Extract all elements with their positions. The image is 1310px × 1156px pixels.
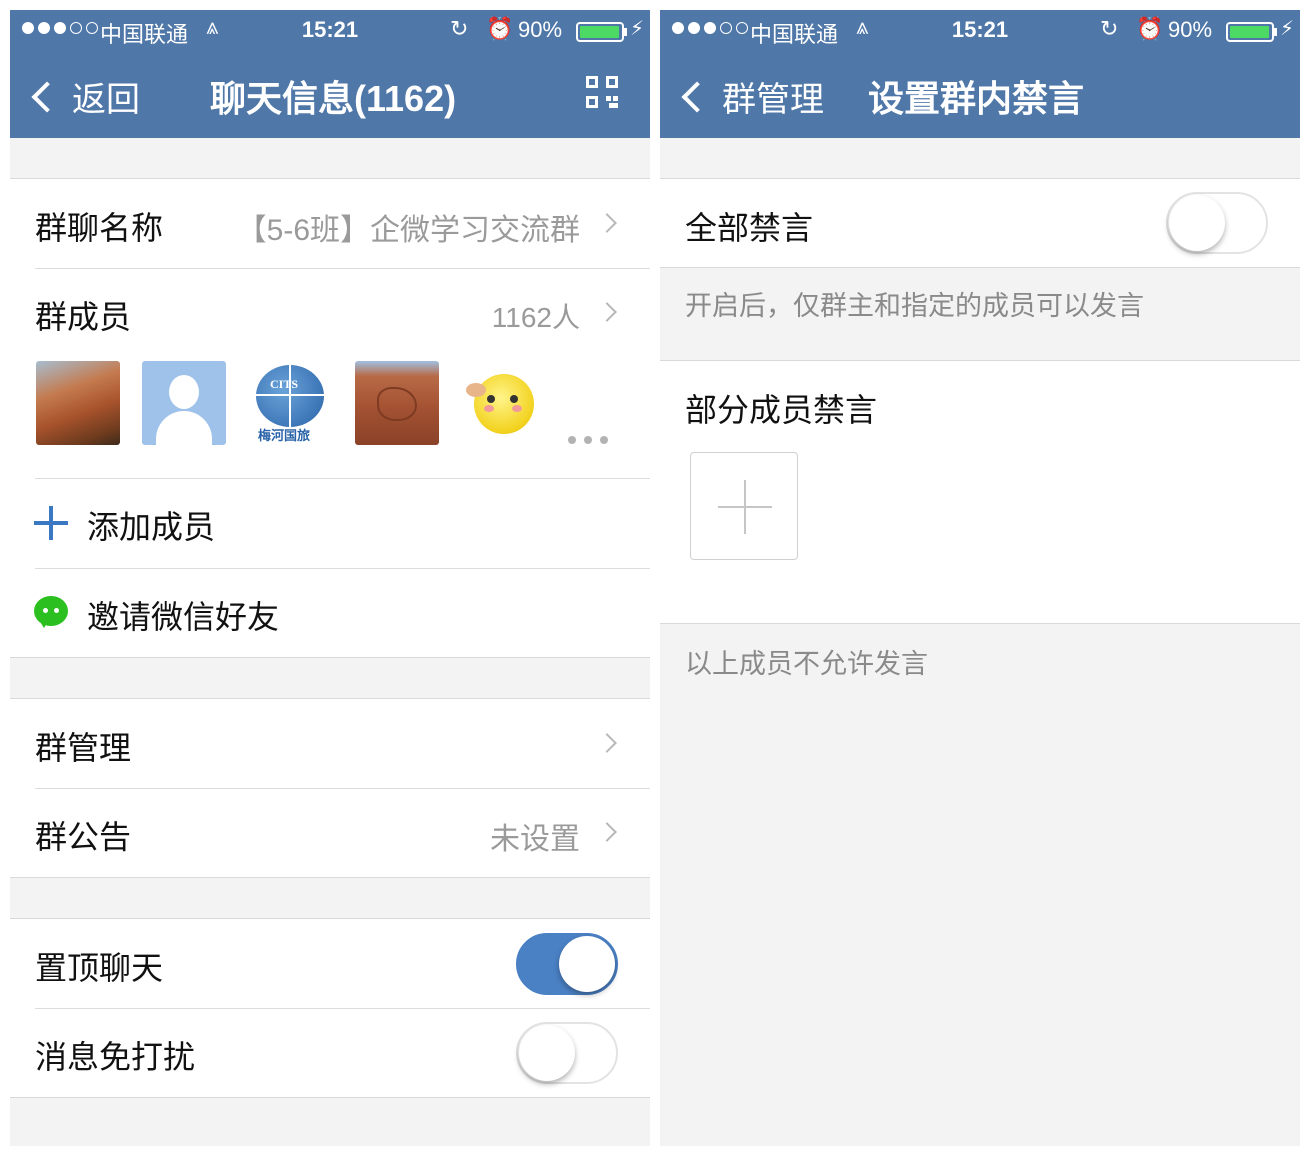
mute-all-label: 全部禁言 bbox=[685, 210, 814, 246]
avatar-cits-logo[interactable]: CITS 梅河国旅 bbox=[248, 361, 332, 445]
invite-wechat-row[interactable]: 邀请微信好友 bbox=[10, 568, 650, 657]
user-silhouette-icon bbox=[169, 375, 199, 409]
group-name-label: 群聊名称 bbox=[35, 210, 164, 246]
battery-percent: 90% bbox=[1168, 17, 1213, 42]
group-name-value: 【5-6班】企微学习交流群 bbox=[236, 214, 580, 247]
alarm-icon: ⏰ bbox=[486, 16, 514, 41]
charging-icon: ⚡ bbox=[630, 18, 645, 40]
back-label: 返回 bbox=[72, 81, 140, 119]
back-button[interactable]: 群管理 bbox=[678, 72, 824, 121]
avatar-moon-emoji[interactable] bbox=[462, 361, 546, 445]
group-manage-section: 群管理 群公告 未设置 bbox=[10, 698, 650, 878]
group-mute-screen: 中国联通 ⩓ 15:21 ↻ ⏰ 90% ⚡ 群管理 设置群内禁言 全部禁言 开… bbox=[660, 10, 1300, 1146]
invite-wechat-label: 邀请微信好友 bbox=[87, 599, 280, 635]
wechat-icon bbox=[34, 596, 68, 628]
add-member-label: 添加成员 bbox=[87, 509, 216, 545]
mute-all-toggle[interactable] bbox=[1166, 192, 1268, 254]
avatar-default-user[interactable] bbox=[142, 361, 226, 445]
moon-emoji-icon bbox=[474, 374, 534, 434]
qr-code-icon[interactable] bbox=[586, 76, 618, 108]
mute-all-hint: 开启后，仅群主和指定的成员可以发言 bbox=[685, 291, 1144, 321]
back-label: 群管理 bbox=[722, 81, 824, 119]
status-bar: 中国联通 ⩓ 15:21 ↻ ⏰ 90% ⚡ bbox=[10, 10, 650, 52]
add-member-row[interactable]: 添加成员 bbox=[10, 478, 650, 567]
announcement-value: 未设置 bbox=[490, 823, 580, 856]
group-name-row[interactable]: 群聊名称 【5-6班】企微学习交流群 bbox=[10, 179, 650, 268]
announcement-label: 群公告 bbox=[35, 819, 132, 855]
battery-percent: 90% bbox=[518, 17, 563, 42]
battery-icon bbox=[576, 22, 624, 42]
nav-bar: 中国联通 ⩓ 15:21 ↻ ⏰ 90% ⚡ 群管理 设置群内禁言 bbox=[660, 10, 1300, 138]
announcement-row[interactable]: 群公告 未设置 bbox=[10, 788, 650, 877]
group-manage-row[interactable]: 群管理 bbox=[10, 699, 650, 788]
chevron-left-icon bbox=[31, 80, 63, 113]
orientation-lock-icon: ↻ bbox=[1100, 16, 1119, 41]
mute-label: 消息免打扰 bbox=[35, 1039, 196, 1075]
chat-settings-section: 置顶聊天 消息免打扰 bbox=[10, 918, 650, 1098]
add-muted-member-button[interactable] bbox=[690, 452, 798, 560]
battery-icon bbox=[1226, 22, 1274, 42]
nav-bar: 中国联通 ⩓ 15:21 ↻ ⏰ 90% ⚡ 返回 聊天信息(1162) bbox=[10, 10, 650, 138]
page-title: 聊天信息(1162) bbox=[210, 78, 457, 119]
chevron-right-icon bbox=[597, 733, 617, 753]
battery-tip bbox=[1274, 28, 1277, 36]
members-row[interactable]: 群成员 1162人 bbox=[10, 268, 650, 357]
chevron-right-icon bbox=[597, 302, 617, 322]
avatar-canyon[interactable] bbox=[36, 361, 120, 445]
pin-chat-row: 置顶聊天 bbox=[10, 919, 650, 1008]
back-button[interactable]: 返回 bbox=[28, 72, 140, 121]
pin-chat-toggle[interactable] bbox=[516, 933, 618, 995]
members-count: 1162人 bbox=[491, 302, 580, 333]
partial-mute-label: 部分成员禁言 bbox=[685, 392, 878, 428]
page-title: 设置群内禁言 bbox=[868, 78, 1085, 119]
alarm-icon: ⏰ bbox=[1136, 16, 1164, 41]
mute-all-row: 全部禁言 bbox=[660, 179, 1300, 268]
status-bar: 中国联通 ⩓ 15:21 ↻ ⏰ 90% ⚡ bbox=[660, 10, 1300, 52]
plus-icon bbox=[34, 506, 68, 540]
more-members-icon[interactable] bbox=[568, 436, 608, 444]
orientation-lock-icon: ↻ bbox=[450, 16, 469, 41]
pin-chat-label: 置顶聊天 bbox=[35, 950, 164, 986]
chevron-right-icon bbox=[597, 213, 617, 233]
mute-row: 消息免打扰 bbox=[10, 1008, 650, 1097]
battery-tip bbox=[624, 28, 627, 36]
chevron-left-icon bbox=[681, 80, 713, 113]
partial-mute-hint: 以上成员不允许发言 bbox=[685, 649, 928, 679]
chat-info-screen: 中国联通 ⩓ 15:21 ↻ ⏰ 90% ⚡ 返回 聊天信息(1162) 群聊名… bbox=[10, 10, 650, 1146]
chevron-right-icon bbox=[597, 822, 617, 842]
cits-logo-text: CITS bbox=[270, 377, 299, 391]
mute-toggle[interactable] bbox=[516, 1022, 618, 1084]
group-manage-label: 群管理 bbox=[35, 730, 132, 766]
mute-all-section: 全部禁言 bbox=[660, 178, 1300, 268]
cits-logo-caption: 梅河国旅 bbox=[258, 428, 311, 443]
avatar-rock[interactable] bbox=[355, 361, 439, 445]
members-label: 群成员 bbox=[35, 299, 132, 335]
charging-icon: ⚡ bbox=[1280, 18, 1295, 40]
